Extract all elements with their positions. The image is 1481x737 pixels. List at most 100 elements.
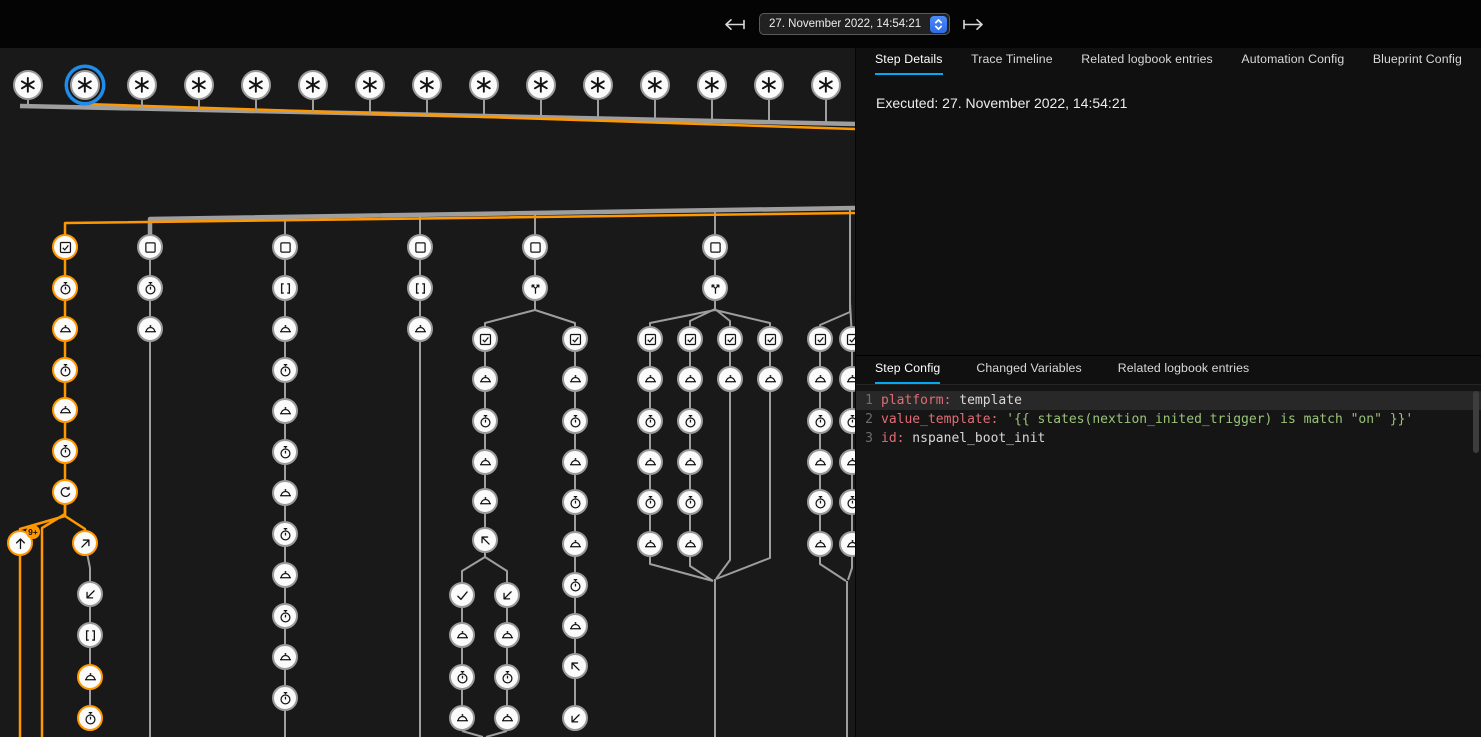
graph-node-square-icon[interactable] bbox=[522, 234, 548, 260]
graph-node-timer-icon[interactable] bbox=[472, 408, 498, 434]
graph-node-asterisk-icon[interactable] bbox=[241, 70, 271, 100]
graph-node-dome-icon[interactable] bbox=[562, 531, 588, 557]
graph-node-checkbox-icon[interactable] bbox=[637, 326, 663, 352]
graph-node-timer-icon[interactable] bbox=[272, 357, 298, 383]
editor-scrollbar[interactable] bbox=[1473, 391, 1479, 453]
graph-node-square-icon[interactable] bbox=[272, 234, 298, 260]
graph-node-arrow-top-left-icon[interactable] bbox=[472, 527, 498, 553]
graph-node-dome-icon[interactable] bbox=[562, 613, 588, 639]
graph-node-dome-icon[interactable] bbox=[807, 366, 833, 392]
graph-node-asterisk-icon[interactable] bbox=[355, 70, 385, 100]
tab-related-logbook-entries[interactable]: Related logbook entries bbox=[1081, 47, 1213, 75]
graph-node-dome-icon[interactable] bbox=[494, 622, 520, 648]
graph-node-dome-icon[interactable] bbox=[637, 449, 663, 475]
graph-node-checkbox-icon[interactable] bbox=[807, 326, 833, 352]
graph-node-dome-icon[interactable] bbox=[839, 449, 856, 475]
graph-node-checkbox-icon[interactable] bbox=[717, 326, 743, 352]
graph-node-dome-icon[interactable] bbox=[272, 316, 298, 342]
graph-node-dome-icon[interactable] bbox=[807, 449, 833, 475]
graph-node-square-icon[interactable] bbox=[137, 234, 163, 260]
graph-node-asterisk-icon[interactable] bbox=[412, 70, 442, 100]
graph-node-check-icon[interactable] bbox=[449, 582, 475, 608]
graph-node-dome-icon[interactable] bbox=[449, 622, 475, 648]
graph-node-dome-icon[interactable] bbox=[562, 449, 588, 475]
graph-node-timer-icon[interactable] bbox=[272, 521, 298, 547]
graph-node-brackets-icon[interactable] bbox=[407, 275, 433, 301]
graph-node-arrow-top-left-icon[interactable] bbox=[562, 653, 588, 679]
graph-node-dome-icon[interactable] bbox=[272, 644, 298, 670]
graph-node-timer-icon[interactable] bbox=[77, 705, 103, 731]
graph-node-call-split-icon[interactable] bbox=[522, 275, 548, 301]
graph-node-asterisk-icon[interactable] bbox=[70, 70, 100, 100]
tab-automation-config[interactable]: Automation Config bbox=[1241, 47, 1344, 75]
graph-node-checkbox-icon[interactable] bbox=[562, 326, 588, 352]
graph-node-dome-icon[interactable] bbox=[52, 316, 78, 342]
graph-node-timer-icon[interactable] bbox=[494, 664, 520, 690]
graph-node-timer-icon[interactable] bbox=[807, 408, 833, 434]
graph-node-asterisk-icon[interactable] bbox=[13, 70, 43, 100]
graph-node-arrow-down-left-icon[interactable] bbox=[77, 581, 103, 607]
tab-related-logbook-entries[interactable]: Related logbook entries bbox=[1118, 356, 1250, 384]
graph-node-asterisk-icon[interactable] bbox=[184, 70, 214, 100]
graph-node-dome-icon[interactable] bbox=[449, 705, 475, 731]
graph-node-repeat-icon[interactable] bbox=[52, 479, 78, 505]
run-select[interactable]: 27. November 2022, 14:54:21 bbox=[759, 13, 950, 35]
graph-node-checkbox-icon[interactable] bbox=[472, 326, 498, 352]
graph-node-asterisk-icon[interactable] bbox=[811, 70, 841, 100]
graph-node-asterisk-icon[interactable] bbox=[526, 70, 556, 100]
graph-node-square-icon[interactable] bbox=[702, 234, 728, 260]
next-run-button[interactable] bbox=[962, 18, 985, 31]
graph-node-dome-icon[interactable] bbox=[677, 449, 703, 475]
graph-node-timer-icon[interactable] bbox=[52, 357, 78, 383]
graph-node-asterisk-icon[interactable] bbox=[754, 70, 784, 100]
graph-node-dome-icon[interactable] bbox=[52, 397, 78, 423]
graph-node-dome-icon[interactable] bbox=[677, 531, 703, 557]
graph-node-dome-icon[interactable] bbox=[562, 366, 588, 392]
yaml-editor[interactable]: 1platform: template2value_template: '{{ … bbox=[856, 385, 1481, 737]
graph-node-timer-icon[interactable] bbox=[562, 408, 588, 434]
graph-node-checkbox-icon[interactable] bbox=[677, 326, 703, 352]
graph-node-call-split-icon[interactable] bbox=[702, 275, 728, 301]
graph-node-timer-icon[interactable] bbox=[677, 408, 703, 434]
graph-node-brackets-icon[interactable] bbox=[77, 622, 103, 648]
tab-step-details[interactable]: Step Details bbox=[875, 47, 943, 75]
graph-node-timer-icon[interactable] bbox=[807, 489, 833, 515]
graph-node-dome-icon[interactable] bbox=[839, 366, 856, 392]
graph-node-arrow-down-left-icon[interactable] bbox=[494, 582, 520, 608]
graph-node-dome-icon[interactable] bbox=[637, 531, 663, 557]
previous-run-button[interactable] bbox=[723, 18, 746, 31]
graph-node-dome-icon[interactable] bbox=[472, 366, 498, 392]
graph-node-dome-icon[interactable] bbox=[757, 366, 783, 392]
graph-node-timer-icon[interactable] bbox=[52, 275, 78, 301]
graph-node-arrow-up-icon[interactable]: 9+ bbox=[7, 530, 33, 556]
graph-node-timer-icon[interactable] bbox=[562, 489, 588, 515]
tab-changed-variables[interactable]: Changed Variables bbox=[976, 356, 1081, 384]
graph-node-timer-icon[interactable] bbox=[562, 572, 588, 598]
graph-node-dome-icon[interactable] bbox=[807, 531, 833, 557]
graph-node-timer-icon[interactable] bbox=[52, 438, 78, 464]
graph-node-dome-icon[interactable] bbox=[472, 449, 498, 475]
graph-node-asterisk-icon[interactable] bbox=[298, 70, 328, 100]
graph-node-timer-icon[interactable] bbox=[677, 489, 703, 515]
graph-node-arrow-up-right-icon[interactable] bbox=[72, 530, 98, 556]
graph-node-asterisk-icon[interactable] bbox=[469, 70, 499, 100]
graph-node-brackets-icon[interactable] bbox=[272, 275, 298, 301]
graph-node-dome-icon[interactable] bbox=[717, 366, 743, 392]
graph-node-dome-icon[interactable] bbox=[839, 531, 856, 557]
graph-node-asterisk-icon[interactable] bbox=[640, 70, 670, 100]
graph-node-timer-icon[interactable] bbox=[637, 489, 663, 515]
tab-step-config[interactable]: Step Config bbox=[875, 356, 940, 384]
graph-node-dome-icon[interactable] bbox=[472, 488, 498, 514]
graph-node-dome-icon[interactable] bbox=[272, 562, 298, 588]
graph-node-checkbox-icon[interactable] bbox=[839, 326, 856, 352]
tab-blueprint-config[interactable]: Blueprint Config bbox=[1373, 47, 1462, 75]
graph-node-arrow-down-left-icon[interactable] bbox=[562, 705, 588, 731]
graph-node-asterisk-icon[interactable] bbox=[127, 70, 157, 100]
graph-node-square-icon[interactable] bbox=[407, 234, 433, 260]
graph-node-timer-icon[interactable] bbox=[137, 275, 163, 301]
graph-node-dome-icon[interactable] bbox=[137, 316, 163, 342]
graph-node-dome-icon[interactable] bbox=[677, 366, 703, 392]
graph-node-timer-icon[interactable] bbox=[272, 685, 298, 711]
graph-node-dome-icon[interactable] bbox=[637, 366, 663, 392]
graph-node-timer-icon[interactable] bbox=[272, 603, 298, 629]
